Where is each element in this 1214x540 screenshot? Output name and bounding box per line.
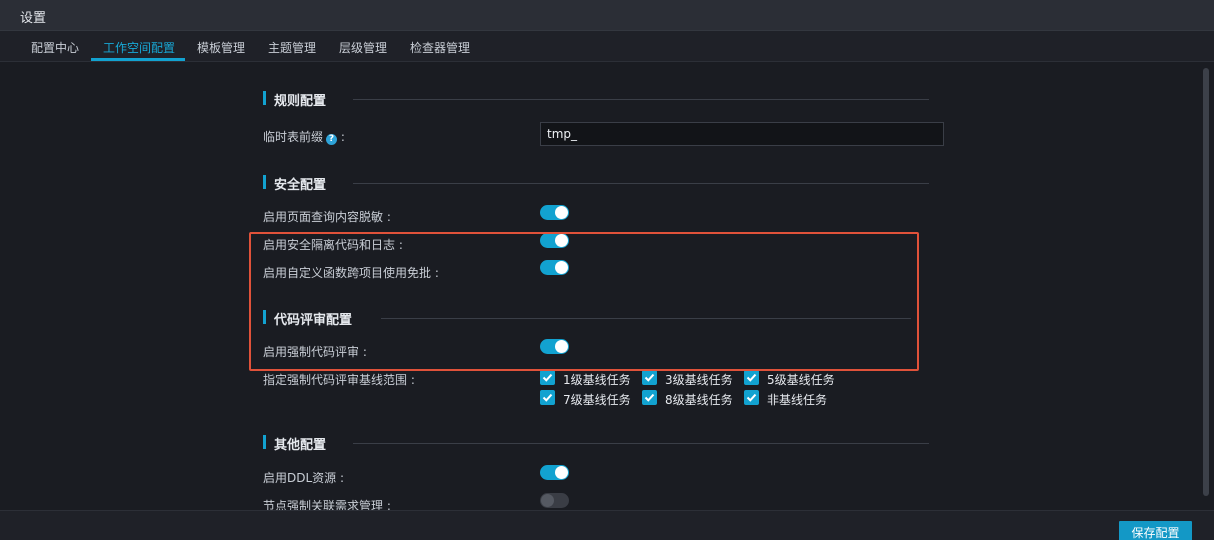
security-item-label: 启用自定义函数跨项目使用免批 : bbox=[263, 266, 439, 280]
checkbox-label: 7级基线任务 bbox=[563, 393, 631, 407]
checkbox-label: 8级基线任务 bbox=[665, 393, 733, 407]
toggle-knob bbox=[555, 340, 568, 353]
tab-template-management[interactable]: 模板管理 bbox=[197, 39, 245, 62]
checkbox-checked-icon bbox=[540, 370, 555, 385]
checkbox-label: 3级基线任务 bbox=[665, 373, 733, 387]
checkbox-level-5[interactable]: 5级基线任务 bbox=[744, 370, 836, 387]
section-divider bbox=[353, 183, 929, 184]
temp-table-prefix-label: 临时表前缀? : bbox=[263, 128, 345, 145]
section-accent-bar bbox=[263, 435, 266, 449]
review-scope-label: 指定强制代码评审基线范围 : bbox=[263, 373, 415, 387]
checkbox-level-8[interactable]: 8级基线任务 bbox=[642, 390, 734, 407]
window-title: 设置 bbox=[20, 11, 47, 26]
section-header-code-review: 代码评审配置 bbox=[263, 309, 911, 328]
tab-checker-management[interactable]: 检查器管理 bbox=[410, 39, 470, 62]
temp-table-prefix-colon: : bbox=[340, 130, 345, 144]
security-item-label: 启用安全隔离代码和日志 : bbox=[263, 238, 403, 252]
checkbox-non-baseline[interactable]: 非基线任务 bbox=[744, 390, 836, 407]
temp-table-prefix-text: 临时表前缀 bbox=[263, 130, 324, 144]
toggle-knob bbox=[555, 466, 568, 479]
section-divider bbox=[381, 318, 911, 319]
section-header-other: 其他配置 bbox=[263, 434, 933, 453]
temp-table-prefix-input[interactable]: tmp_ bbox=[540, 122, 944, 146]
section-accent-bar bbox=[263, 310, 266, 324]
checkbox-checked-icon bbox=[540, 390, 555, 405]
other-item-label: 启用DDL资源 : bbox=[263, 471, 345, 485]
section-title-code-review: 代码评审配置 bbox=[274, 313, 353, 328]
section-title-security: 安全配置 bbox=[274, 178, 327, 193]
toggle-enforce-code-review[interactable] bbox=[540, 339, 569, 354]
footer-bar: 保存配置 bbox=[0, 510, 1214, 540]
toggle-node-requirement-link[interactable] bbox=[540, 493, 569, 508]
security-item-label: 启用页面查询内容脱敏 : bbox=[263, 210, 391, 224]
title-bar: 设置 bbox=[0, 0, 1214, 31]
tab-level-management[interactable]: 层级管理 bbox=[339, 39, 387, 62]
scrollbar-thumb[interactable] bbox=[1203, 68, 1209, 496]
toggle-page-query-masking[interactable] bbox=[540, 205, 569, 220]
tab-theme-management[interactable]: 主题管理 bbox=[268, 39, 316, 62]
checkbox-checked-icon bbox=[744, 370, 759, 385]
checkbox-checked-icon bbox=[642, 390, 657, 405]
tab-bar: 配置中心 工作空间配置 模板管理 主题管理 层级管理 检查器管理 bbox=[0, 31, 1214, 62]
settings-window: 设置 配置中心 工作空间配置 模板管理 主题管理 层级管理 检查器管理 规则配置… bbox=[0, 0, 1214, 540]
section-header-rules: 规则配置 bbox=[263, 90, 933, 109]
checkbox-level-7[interactable]: 7级基线任务 bbox=[540, 390, 632, 407]
section-divider bbox=[353, 443, 929, 444]
toggle-knob bbox=[555, 206, 568, 219]
checkbox-label: 1级基线任务 bbox=[563, 373, 631, 387]
question-circle-icon[interactable]: ? bbox=[326, 134, 338, 145]
settings-content: 规则配置 临时表前缀? : tmp_ 安全配置 启用页面查询内容脱敏 : 启用安… bbox=[0, 62, 1214, 513]
toggle-knob bbox=[541, 494, 554, 507]
toggle-knob bbox=[555, 234, 568, 247]
temp-table-prefix-value: tmp_ bbox=[547, 127, 578, 141]
toggle-ddl-resource[interactable] bbox=[540, 465, 569, 480]
section-title-rules: 规则配置 bbox=[274, 94, 327, 109]
toggle-isolate-code-logs[interactable] bbox=[540, 233, 569, 248]
checkbox-level-1[interactable]: 1级基线任务 bbox=[540, 370, 632, 387]
checkbox-checked-icon bbox=[642, 370, 657, 385]
checkbox-level-3[interactable]: 3级基线任务 bbox=[642, 370, 734, 387]
section-accent-bar bbox=[263, 91, 266, 105]
checkbox-checked-icon bbox=[744, 390, 759, 405]
tab-config-center[interactable]: 配置中心 bbox=[31, 39, 79, 62]
checkbox-label: 非基线任务 bbox=[767, 393, 828, 407]
section-divider bbox=[353, 99, 929, 100]
section-accent-bar bbox=[263, 175, 266, 189]
toggle-knob bbox=[555, 261, 568, 274]
active-tab-indicator bbox=[91, 58, 185, 61]
checkbox-label: 5级基线任务 bbox=[767, 373, 835, 387]
save-config-button[interactable]: 保存配置 bbox=[1119, 521, 1192, 540]
section-title-other: 其他配置 bbox=[274, 438, 327, 453]
enforce-code-review-label: 启用强制代码评审 : bbox=[263, 345, 367, 359]
section-header-security: 安全配置 bbox=[263, 174, 933, 193]
toggle-udf-cross-project[interactable] bbox=[540, 260, 569, 275]
